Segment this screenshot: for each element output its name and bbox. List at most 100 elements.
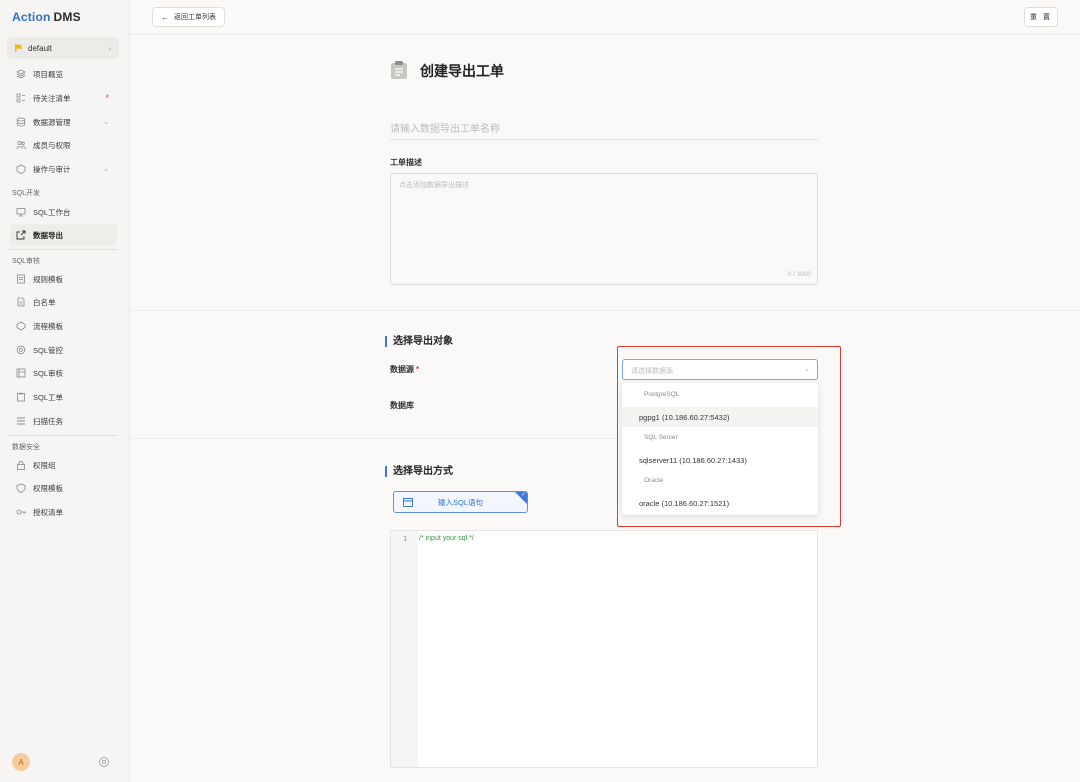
editor-code: /* input your sql */ (419, 535, 474, 542)
template-icon (16, 274, 26, 284)
editor-gutter (391, 531, 418, 767)
line-number: 1 (403, 535, 408, 543)
sidebar-item-label: 数据导出 (33, 230, 63, 240)
sidebar-item-label: 数据源管理 (33, 117, 71, 127)
character-counter: 0 / 3000 (787, 271, 812, 278)
app-logo[interactable]: Action DMS (12, 10, 81, 24)
logo-action: Action (12, 10, 51, 24)
reset-button[interactable]: 重 置 (1024, 7, 1058, 27)
export-icon (16, 230, 26, 240)
control-icon (16, 345, 26, 355)
flag-icon (15, 44, 23, 52)
datasource-label-text: 数据源 (390, 365, 414, 374)
sidebar-divider (8, 435, 118, 436)
sidebar-item-sql-workbench[interactable]: SQL工作台 (10, 201, 117, 223)
sidebar-item-perm-group[interactable]: 权限组 (10, 454, 117, 476)
users-icon (16, 140, 26, 150)
monitor-icon (16, 207, 26, 217)
sidebar-item-label: SQL管控 (33, 345, 64, 355)
section-sql-dev: SQL开发 (12, 190, 41, 197)
top-bar: ← 返回工单列表 重 置 (130, 0, 1080, 35)
list-icon (16, 93, 26, 103)
sidebar-item-label: 待关注清单 (33, 93, 71, 103)
section-title-export-object: 选择导出对象 (385, 336, 453, 347)
description-textarea[interactable]: 点击添加数据导出描述 0 / 3000 (390, 173, 818, 285)
reset-button-label: 重 置 (1030, 14, 1052, 21)
back-to-ticket-list-button[interactable]: ← 返回工单列表 (152, 7, 225, 27)
sidebar-item-label: 规则模板 (33, 274, 63, 284)
sidebar-item-sql-ticket[interactable]: SQL工单 (10, 386, 117, 408)
review-icon (16, 368, 26, 378)
sidebar-item-data-export[interactable]: 数据导出 (10, 224, 117, 246)
sidebar-item-label: 权限模板 (33, 483, 63, 493)
user-avatar[interactable]: A (12, 753, 30, 771)
sql-editor[interactable]: 1 /* input your sql */ (390, 530, 818, 768)
section-divider (130, 310, 1080, 311)
settings-icon[interactable] (98, 756, 110, 768)
sidebar-item-label: 扫描任务 (33, 416, 63, 426)
window-icon (403, 498, 413, 507)
section-sql-review: SQL审核 (12, 258, 41, 265)
project-selector[interactable]: default › (7, 37, 119, 59)
audit-icon (16, 164, 26, 174)
required-dot-icon: * (105, 93, 109, 103)
sidebar-item-flow-template[interactable]: 流程模板 (10, 315, 117, 337)
page-title: 创建导出工单 (420, 63, 504, 79)
required-mark: * (416, 365, 420, 374)
sidebar-item-watchlist[interactable]: 待关注清单 * (10, 87, 117, 109)
avatar-letter: A (18, 757, 24, 767)
sidebar-item-label: 流程模板 (33, 321, 63, 331)
section-title-export-method: 选择导出方式 (385, 466, 453, 477)
datasource-label: 数据源 * (390, 364, 419, 375)
sidebar: Action DMS default › 项目概览 待关注清单 * 数据源管理 ⌄… (0, 0, 130, 782)
flow-icon (16, 321, 26, 331)
ticket-name-placeholder: 请输入数据导出工单名称 (390, 124, 500, 135)
sidebar-item-sql-control[interactable]: SQL管控 (10, 339, 117, 361)
database-icon (16, 117, 26, 127)
layers-icon (16, 69, 26, 79)
chevron-down-icon: ⌄ (103, 119, 109, 126)
sidebar-item-scan-task[interactable]: 扫描任务 (10, 410, 117, 432)
sidebar-item-whitelist[interactable]: 白名单 (10, 291, 117, 313)
sidebar-item-label: 授权清单 (33, 507, 63, 517)
sidebar-item-rule-template[interactable]: 规则模板 (10, 268, 117, 290)
document-icon (16, 297, 26, 307)
highlight-box (617, 346, 841, 527)
input-sql-button[interactable]: 输入SQL语句 ✓ (393, 491, 528, 513)
sidebar-divider (8, 249, 118, 250)
logo-dms: DMS (53, 10, 81, 24)
sidebar-item-label: 权限组 (33, 460, 56, 470)
sidebar-item-sql-audit[interactable]: SQL审核 (10, 362, 117, 384)
sidebar-item-label: SQL工作台 (33, 207, 71, 217)
menu-icon (16, 416, 26, 426)
ticket-icon (16, 392, 26, 402)
sidebar-item-label: 白名单 (33, 297, 56, 307)
lock-icon (16, 460, 26, 470)
sidebar-item-auth-list[interactable]: 授权清单 (10, 501, 117, 523)
sidebar-item-label: 项目概览 (33, 69, 63, 79)
sidebar-item-overview[interactable]: 项目概览 (10, 63, 117, 85)
sidebar-item-label: 操作与审计 (33, 164, 71, 174)
sidebar-item-label: SQL审核 (33, 368, 64, 378)
sidebar-item-datasource[interactable]: 数据源管理 ⌄ (10, 111, 117, 133)
ticket-name-input[interactable]: 请输入数据导出工单名称 (390, 116, 818, 140)
sidebar-item-audit[interactable]: 操作与审计 ⌄ (10, 158, 117, 180)
section-data-security: 数据安全 (12, 444, 40, 451)
sidebar-item-perm-template[interactable]: 权限模板 (10, 477, 117, 499)
project-name: default (28, 43, 53, 53)
back-button-label: 返回工单列表 (174, 14, 216, 21)
sidebar-item-label: 成员与权限 (33, 140, 71, 150)
shield-icon (16, 483, 26, 493)
clipboard-icon (391, 61, 407, 79)
arrow-left-icon: ← (161, 12, 169, 22)
description-placeholder: 点击添加数据导出描述 (399, 182, 469, 189)
chevron-right-icon: › (108, 43, 111, 53)
chevron-down-icon: ⌄ (103, 166, 109, 173)
key-icon (16, 507, 26, 517)
sidebar-item-members[interactable]: 成员与权限 (10, 134, 117, 156)
check-icon: ✓ (520, 492, 526, 498)
section-divider (130, 438, 617, 439)
input-sql-button-label: 输入SQL语句 (437, 497, 483, 507)
description-label: 工单描述 (390, 158, 422, 167)
sidebar-item-label: SQL工单 (33, 392, 64, 402)
